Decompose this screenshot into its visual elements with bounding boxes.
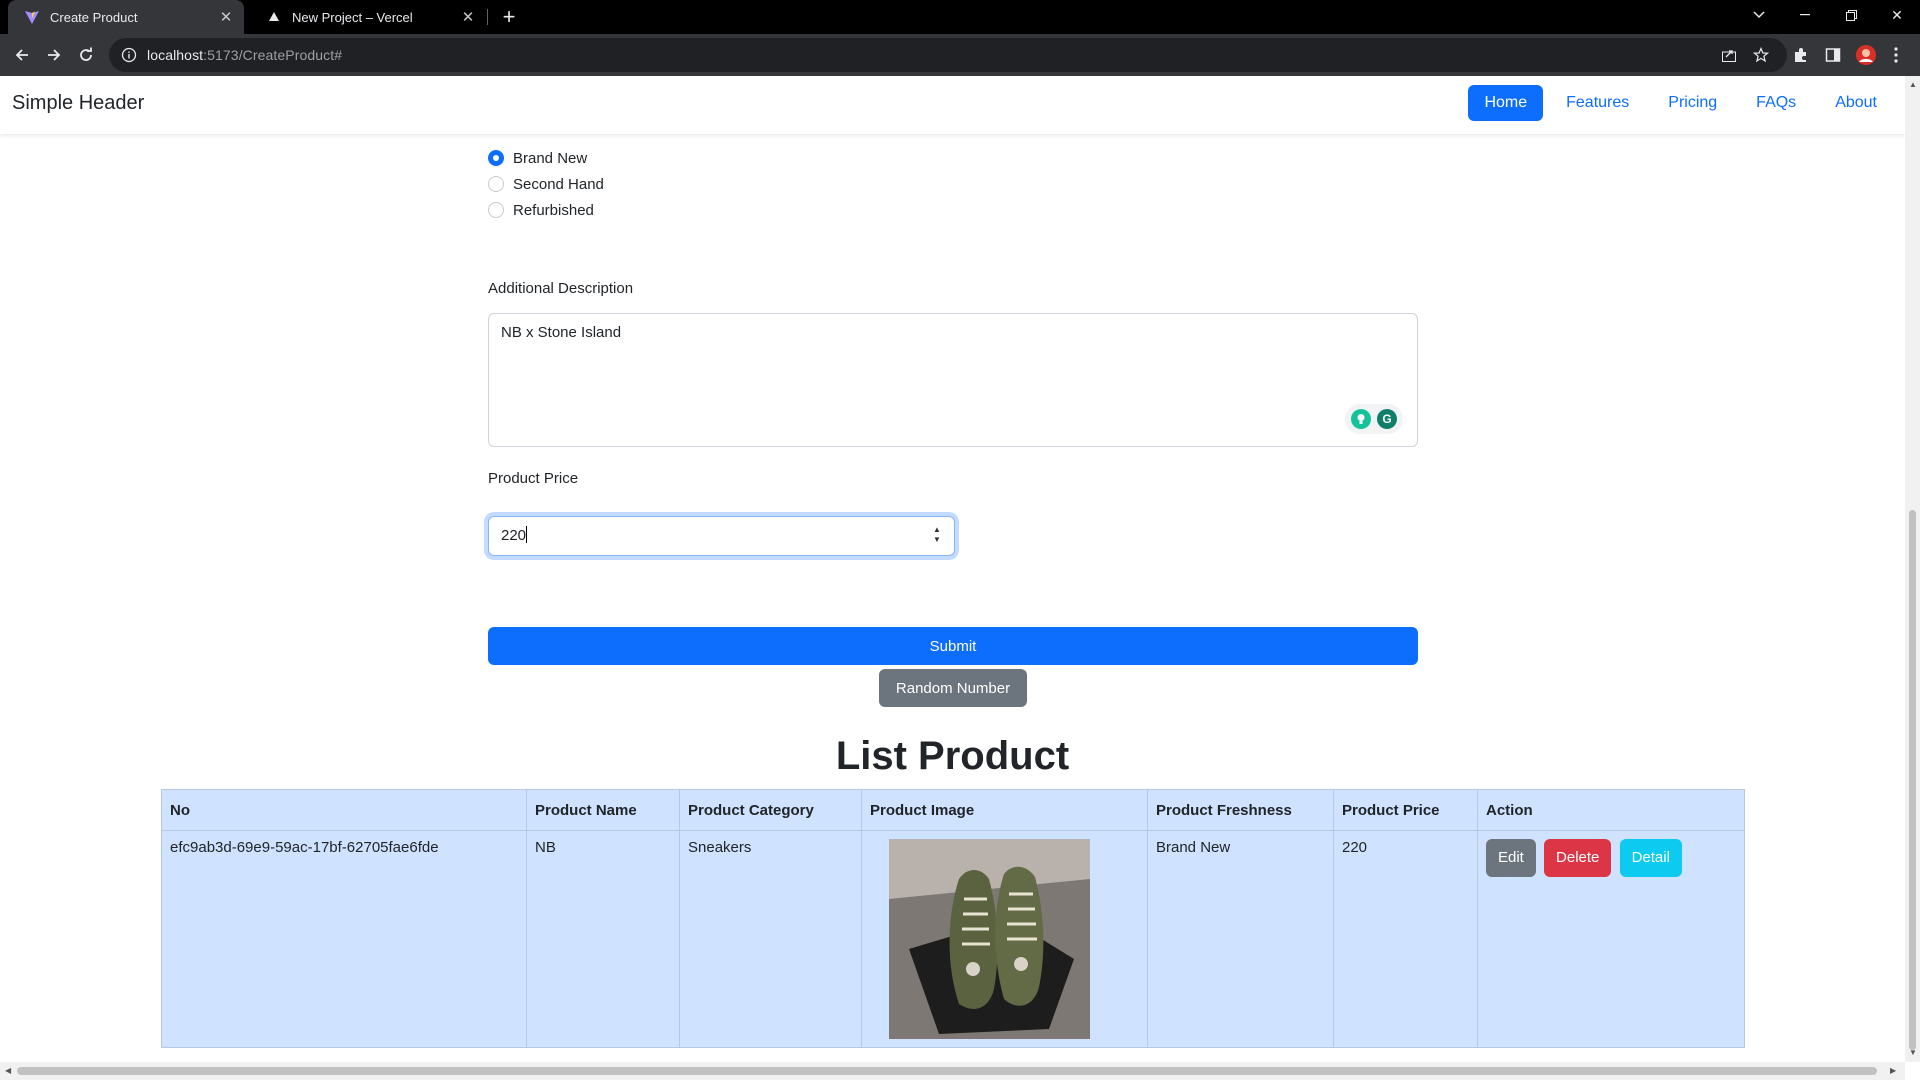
scroll-left-icon[interactable]: ◀ [5,1066,11,1075]
radio-refurbished[interactable]: Refurbished [488,197,604,223]
tab-title: New Project – Vercel [292,9,413,25]
cell-no: efc9ab3d-69e9-59ac-17bf-62705fae6fde [161,830,527,1048]
back-icon[interactable] [8,41,36,69]
scrollbar-thumb[interactable] [1909,510,1916,1050]
browser-toolbar: localhost:5173/CreateProduct# [0,34,1920,76]
close-tab-icon[interactable]: ✕ [216,7,236,27]
lightbulb-icon[interactable] [1351,409,1371,429]
nav-home[interactable]: Home [1468,85,1544,121]
price-value: 220 [501,527,527,544]
description-label: Additional Description [488,280,634,297]
column-header: Product Price [1333,789,1478,831]
scroll-right-icon[interactable]: ▶ [1890,1066,1896,1075]
nav-faqs[interactable]: FAQs [1740,85,1812,121]
tab-divider [487,9,488,25]
horizontal-scrollbar[interactable]: ◀ ▶ [0,1062,1905,1080]
number-spinner-icon[interactable]: ▲ ▼ [932,525,942,547]
reload-icon[interactable] [72,41,100,69]
column-header: Product Freshness [1147,789,1334,831]
tab-create-product[interactable]: Create Product ✕ [8,0,244,34]
delete-button[interactable]: Delete [1544,839,1612,877]
column-header: Action [1477,789,1745,831]
forward-icon[interactable] [40,41,68,69]
radio-button[interactable] [488,202,504,218]
edit-button[interactable]: Edit [1486,839,1536,877]
vercel-icon [266,9,282,25]
tab-title: Create Product [50,9,138,25]
url-text: localhost:5173/CreateProduct# [147,47,343,63]
new-tab-icon[interactable]: + [497,4,521,29]
column-header: Product Image [861,789,1148,831]
freshness-radio-group: Brand New Second Hand Refurbished [488,145,604,223]
detail-button[interactable]: Detail [1619,839,1682,877]
column-header: No [161,789,527,831]
table-header-row: No Product Name Product Category Product… [161,789,1745,831]
radio-label: Second Hand [513,175,604,193]
nav-about[interactable]: About [1819,85,1893,121]
tab-vercel[interactable]: New Project – Vercel ✕ [250,0,486,34]
browser-tab-strip: Create Product ✕ New Project – Vercel ✕ … [0,0,1920,34]
cell-freshness: Brand New [1147,830,1334,1048]
grammarly-icon[interactable]: G [1377,409,1397,429]
main-nav: Home Features Pricing FAQs About [1461,85,1905,121]
nav-features[interactable]: Features [1550,85,1645,121]
product-table: No Product Name Product Category Product… [161,789,1745,1048]
page-viewport: Simple Header Home Features Pricing FAQs… [0,76,1905,1062]
description-value: NB x Stone Island [501,324,622,341]
scroll-down-icon[interactable]: ▼ [1909,1048,1917,1057]
cell-actions: Edit Delete Detail [1477,830,1745,1048]
tab-search-icon[interactable] [1736,0,1782,30]
radio-second-hand[interactable]: Second Hand [488,171,604,197]
close-window-icon[interactable]: ✕ [1874,0,1920,30]
radio-button[interactable] [488,176,504,192]
radio-label: Brand New [513,149,588,167]
scrollbar-thumb[interactable] [17,1067,1877,1075]
submit-button[interactable]: Submit [488,627,1418,665]
close-tab-icon[interactable]: ✕ [458,7,478,27]
app-header: Simple Header Home Features Pricing FAQs… [0,76,1905,134]
grammarly-widget[interactable]: G [1345,404,1403,434]
cell-category: Sneakers [679,830,862,1048]
cell-name: NB [526,830,680,1048]
table-row: efc9ab3d-69e9-59ac-17bf-62705fae6fde NB … [161,830,1745,1048]
column-header: Product Category [679,789,862,831]
address-bar[interactable]: localhost:5173/CreateProduct# [109,38,1787,72]
vertical-scrollbar[interactable]: ▲ ▼ [1905,76,1920,1062]
price-input[interactable]: 220 ▲ ▼ [488,516,955,556]
vite-icon [24,9,40,25]
column-header: Product Name [526,789,680,831]
scroll-up-icon[interactable]: ▲ [1909,80,1917,89]
description-textarea[interactable]: NB x Stone Island G [488,313,1418,447]
extensions-icon[interactable] [1790,44,1812,66]
minimize-icon[interactable] [1782,0,1828,30]
nav-pricing[interactable]: Pricing [1652,85,1733,121]
cell-image [861,830,1148,1048]
site-info-icon[interactable] [121,47,137,63]
restore-icon[interactable] [1828,0,1874,30]
cell-price: 220 [1333,830,1478,1048]
random-number-button[interactable]: Random Number [879,669,1027,707]
radio-label: Refurbished [513,201,594,219]
list-product-title: List Product [835,734,1070,778]
share-icon[interactable] [1718,44,1740,66]
radio-brand-new[interactable]: Brand New [488,145,604,171]
side-panel-icon[interactable] [1822,44,1844,66]
price-label: Product Price [488,470,579,487]
text-caret [526,526,528,543]
product-image [889,839,1090,1039]
brand-title[interactable]: Simple Header [12,92,144,115]
radio-button[interactable] [488,150,504,166]
browser-menu-icon[interactable] [1885,44,1907,66]
profile-avatar[interactable] [1855,44,1877,66]
bookmark-star-icon[interactable] [1750,44,1772,66]
